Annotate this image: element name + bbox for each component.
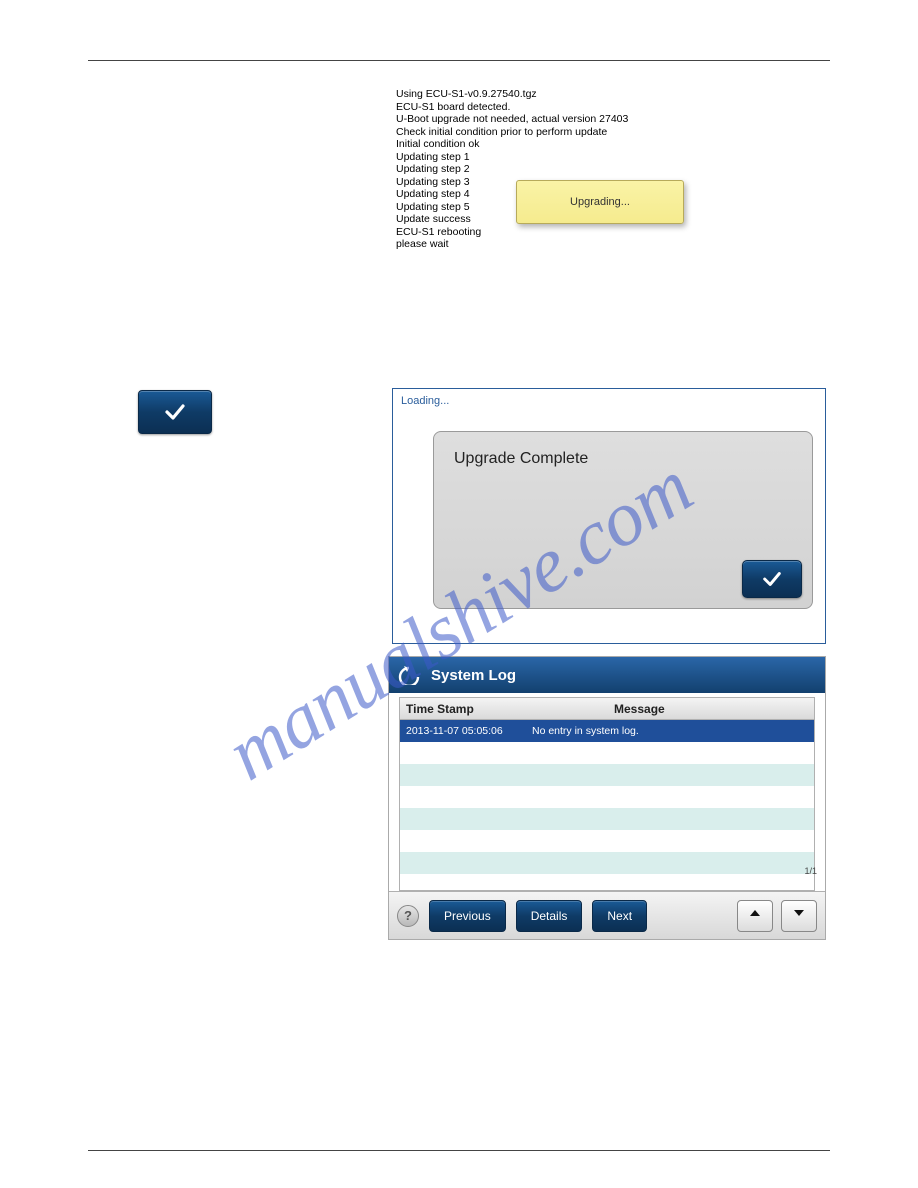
table-row <box>400 830 814 852</box>
details-button[interactable]: Details <box>516 900 583 932</box>
arrow-down-icon <box>792 906 806 925</box>
dialog-title: Upgrade Complete <box>454 450 588 468</box>
dialog-ok-button[interactable] <box>742 560 802 598</box>
arrow-up-icon <box>748 906 762 925</box>
screenshot-upgrade-complete: Loading... Upgrade Complete <box>392 388 826 644</box>
cell-message: No entry in system log. <box>528 725 814 737</box>
system-log-titlebar: System Log <box>389 657 825 693</box>
table-row <box>400 764 814 786</box>
screenshot-system-log: System Log Time Stamp Message 2013-11-07… <box>388 656 826 940</box>
pager-text: 1/1 <box>804 866 817 876</box>
previous-button[interactable]: Previous <box>429 900 506 932</box>
upgrade-complete-dialog: Upgrade Complete <box>433 431 813 609</box>
bottom-rule <box>88 1150 830 1151</box>
upgrading-tooltip: Upgrading... <box>516 180 684 224</box>
ok-button[interactable] <box>138 390 212 434</box>
column-message: Message <box>610 702 814 716</box>
help-button[interactable]: ? <box>397 905 419 927</box>
top-rule <box>88 60 830 61</box>
table-row <box>400 786 814 808</box>
next-button[interactable]: Next <box>592 900 647 932</box>
upgrade-log-text: Using ECU-S1-v0.9.27540.tgzECU-S1 board … <box>396 88 782 251</box>
check-icon <box>163 400 187 424</box>
system-log-table: Time Stamp Message 2013-11-07 05:05:06 N… <box>399 697 815 891</box>
page-up-button[interactable] <box>737 900 773 932</box>
table-row <box>400 874 814 891</box>
table-row <box>400 852 814 874</box>
screenshot-upgrade-log: Using ECU-S1-v0.9.27540.tgzECU-S1 board … <box>396 88 782 238</box>
system-log-footer: ? Previous Details Next 1/1 <box>389 891 825 939</box>
column-time-stamp: Time Stamp <box>400 702 610 716</box>
system-log-title: System Log <box>431 667 516 684</box>
cell-time-stamp: 2013-11-07 05:05:06 <box>400 725 528 737</box>
table-header: Time Stamp Message <box>400 698 814 720</box>
table-row <box>400 808 814 830</box>
check-icon <box>761 568 783 590</box>
loading-label: Loading... <box>401 395 449 407</box>
page-down-button[interactable] <box>781 900 817 932</box>
table-row[interactable]: 2013-11-07 05:05:06 No entry in system l… <box>400 720 814 742</box>
back-icon[interactable] <box>397 665 421 685</box>
table-row <box>400 742 814 764</box>
